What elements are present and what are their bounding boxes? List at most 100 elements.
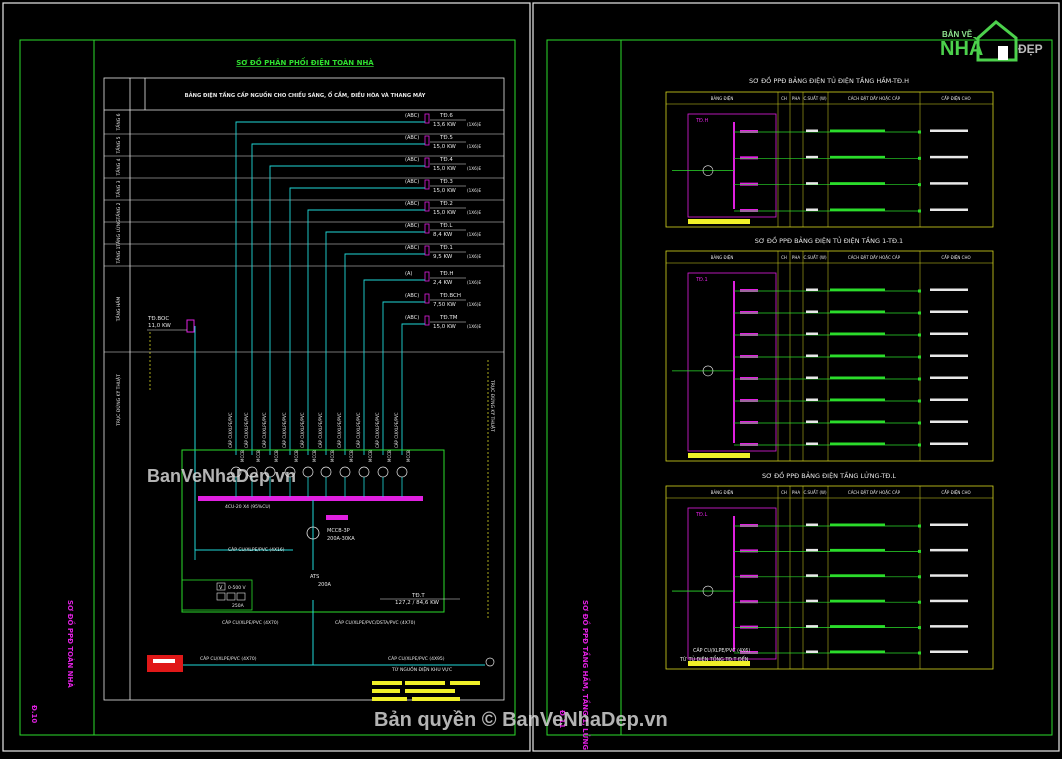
floor-label: TẦNG 5 [114,136,122,154]
board-kw: 7,50 KW [433,302,456,308]
svg-text:MCCB: MCCB [240,450,245,462]
svg-text:(1X6)E: (1X6)E [467,254,481,259]
board-kw: 2,4 KW [433,280,453,286]
column-header: CÁCH ĐẶT DÂY HOẶC CÁP [848,255,901,260]
feeder-cable [382,301,425,455]
legend-bar [450,681,480,685]
legend-bar [372,681,402,685]
svg-text:MCCB: MCCB [406,450,411,462]
feeder-cable [251,143,425,455]
watermark-mid: BanVeNhaDep.vn [147,466,297,486]
board-tag: (ABC) [405,157,419,163]
board-name: TĐ.BCH [439,293,461,299]
mccb-symbol [377,466,389,478]
right-distribution-diagrams: SƠ ĐỒ PPĐ BẢNG ĐIỆN TỦ ĐIỆN TẦNG HẦM-TĐ.… [665,75,994,670]
floor-label: TẦNG 6 [114,113,122,131]
left-side-title: SƠ ĐỒ PPĐ TOÀN NHÀ [66,600,76,688]
board-kw: 15,0 KW [433,324,456,330]
svg-text:V: V [219,585,223,591]
board-symbol [424,245,430,256]
board-name: TĐ.TM [439,315,458,321]
diagram-table [665,485,994,670]
circuit-breaker [740,333,758,336]
board-name: TĐ.6 [439,113,453,119]
svg-text:(1X6)E: (1X6)E [467,324,481,329]
board-symbol [424,271,430,282]
panel-box [687,507,777,660]
svg-text:MCCB: MCCB [256,450,261,462]
svg-text:ATS: ATS [310,574,319,580]
board-symbol [424,201,430,212]
circuit-breaker [740,421,758,424]
board-symbol [424,223,430,234]
mccb-symbol [339,466,351,478]
column-header: CH [781,96,787,101]
board-tag: (ABC) [405,113,419,119]
column-header: CẤP ĐIỆN CHO [941,490,970,495]
note-from: TỪ TỦ ĐIỆN TỔNG TĐ.T ĐẾN [679,655,749,663]
column-header: BẢNG ĐIỆN [711,255,734,260]
panel-box [687,272,777,452]
note-cable: CÁP CU/XLPE/PVC (4X6) [693,647,750,654]
column-header: CH [781,255,787,260]
svg-text:127,2 / 84,6 KW: 127,2 / 84,6 KW [395,600,440,606]
riser-side-label: TRỤC ĐỨNG KỸ THUẬT [115,374,122,427]
svg-text:MCCB: MCCB [312,450,317,462]
svg-text:MCCB-3P: MCCB-3P [327,528,350,534]
logo-right-text: ĐẸP [1018,42,1043,56]
circuit-breaker [740,600,758,604]
svg-text:(1X6)E: (1X6)E [467,302,481,307]
svg-text:CÁP CU/XLPE/PVC: CÁP CU/XLPE/PVC [262,412,267,448]
svg-text:(1X6)E: (1X6)E [467,166,481,171]
svg-text:CÁP CU/XLPE/PVC: CÁP CU/XLPE/PVC [337,412,342,448]
board-name: TĐ.4 [439,157,453,163]
board-tag: (ABC) [405,201,419,207]
legend-bar [372,697,407,701]
board-symbol [424,293,430,304]
svg-text:MCCB: MCCB [330,450,335,462]
board-kw: 9,5 KW [433,254,453,260]
panel-box [687,113,777,218]
mccb-symbol [396,466,408,478]
circuit-breaker [740,574,758,578]
legend-bar [412,697,460,701]
circuit-breaker [740,625,758,629]
incoming-cables: CÁP CU/XLPE/PVC (4X70) CÁP CU/XLPE/PVC/D… [147,600,495,673]
circuit-breaker [740,209,758,212]
board-tag: (ABC) [405,293,419,299]
svg-text:MCCB: MCCB [368,450,373,462]
svg-text:200A: 200A [318,582,332,588]
floor-label: TẦNG 4 [114,158,122,176]
diagram-title: SƠ ĐỒ PPĐ BẢNG ĐIỆN TỦ ĐIỆN TẦNG HẦM-TĐ.… [749,75,909,85]
board-name: TĐ.L [439,223,453,229]
column-header: PHA [792,490,800,495]
right-inner-frame [546,39,1053,736]
left-sheet-title: SƠ ĐỒ PHÂN PHỐI ĐIỆN TOÀN NHÀ [236,57,374,67]
panel-name: TĐ.1 [695,277,708,283]
circuit-breaker [740,289,758,292]
panel-name: TĐ.H [695,118,709,124]
floor-label: TẦNG 2 [114,202,122,220]
svg-text:11,0 KW: 11,0 KW [148,323,171,329]
svg-text:200A-30KA: 200A-30KA [327,536,355,542]
svg-text:TĐ.BOC: TĐ.BOC [147,316,169,322]
board-name: TĐ.3 [439,179,453,185]
svg-text:TRỤC ĐỨNG KỸ THUẬT: TRỤC ĐỨNG KỸ THUẬT [489,379,496,432]
right-sheet-frame [532,2,1060,752]
board-symbol [424,179,430,190]
generator [147,655,183,672]
circuit-breaker [740,524,758,527]
svg-text:(1X6)E: (1X6)E [467,188,481,193]
board-kw: 15,0 KW [433,188,456,194]
circuit-breaker [740,311,758,314]
column-header: CẤP ĐIỆN CHO [941,255,970,260]
svg-text:MCCB: MCCB [349,450,354,462]
board-name: TĐ.5 [439,135,453,141]
circuit-breaker [740,443,758,446]
board-tag: (ABC) [405,135,419,141]
floor-label: TẦNG LỬNG [114,219,122,248]
column-header: C.SUẤT (W) [803,96,826,101]
busbar [198,496,423,501]
svg-text:CÁP CU/XLPE/PVC (4X95): CÁP CU/XLPE/PVC (4X95) [388,655,445,662]
circuit-breaker [740,377,758,380]
